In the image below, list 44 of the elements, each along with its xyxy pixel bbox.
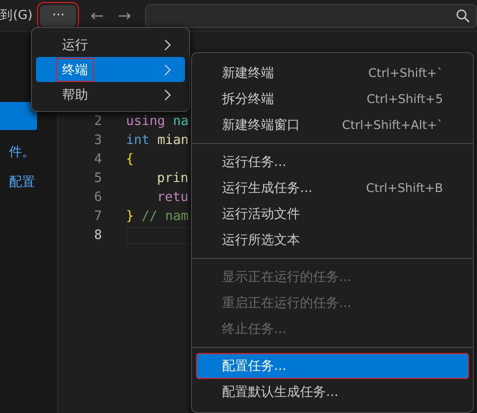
shortcut-text: Ctrl+Shift+` <box>368 66 443 80</box>
line-number: 8 <box>93 228 102 243</box>
line-number: 3 <box>93 133 102 148</box>
menu-label[interactable]: 到(G) <box>0 7 32 24</box>
code-line: { <box>126 152 134 167</box>
line-number: 2 <box>93 114 102 129</box>
config-link[interactable]: 配置 <box>9 173 35 191</box>
menu-item[interactable]: 配置任务... <box>196 353 469 379</box>
search-icon <box>456 8 470 22</box>
menu-item-label: 运行 <box>61 36 89 54</box>
shortcut-text: Ctrl+Shift+B <box>366 181 443 195</box>
code-line: } // nam <box>126 209 189 224</box>
menu-item[interactable]: 配置默认生成任务... <box>196 379 469 405</box>
line-number: 5 <box>93 171 102 186</box>
code-line: using na <box>126 114 189 129</box>
forward-button[interactable]: → <box>118 6 132 25</box>
more-button[interactable]: ··· <box>40 4 76 26</box>
menu-item-label: 终端 <box>56 58 94 82</box>
menu-item[interactable]: 运行任务... <box>196 149 469 175</box>
chevron-right-icon <box>164 38 171 50</box>
chevron-right-icon <box>164 64 171 76</box>
menu-item-label: 帮助 <box>61 86 89 104</box>
menu-item[interactable]: 拆分终端 Ctrl+Shift+5 <box>196 86 469 112</box>
search-field[interactable] <box>145 4 477 28</box>
code-line: int mian <box>126 133 189 148</box>
code-line: prin <box>157 171 188 186</box>
sidebar-text: 件。 <box>9 144 35 161</box>
sidebar-button[interactable] <box>0 102 37 130</box>
menu-item[interactable]: 终端 <box>36 57 185 82</box>
menu-item[interactable]: 运行生成任务... Ctrl+Shift+B <box>196 175 469 201</box>
line-number: 4 <box>93 152 102 167</box>
back-button[interactable]: ← <box>90 6 104 25</box>
line-number: 6 <box>93 190 102 205</box>
menu-item[interactable]: 运行活动文件 <box>196 201 469 227</box>
chevron-right-icon <box>164 88 171 100</box>
code-line: retu <box>157 190 188 205</box>
menu-item[interactable]: 运行 <box>36 32 185 57</box>
menu-item[interactable]: 运行所选文本 <box>196 227 469 253</box>
line-number: 7 <box>93 209 102 224</box>
menu-item[interactable]: 新建终端窗口 Ctrl+Shift+Alt+` <box>196 112 469 138</box>
shortcut-text: Ctrl+Shift+Alt+` <box>342 118 443 132</box>
menu-item[interactable]: 帮助 <box>36 82 185 107</box>
shortcut-text: Ctrl+Shift+5 <box>366 92 443 106</box>
menu-item[interactable]: 新建终端 Ctrl+Shift+` <box>196 60 469 86</box>
